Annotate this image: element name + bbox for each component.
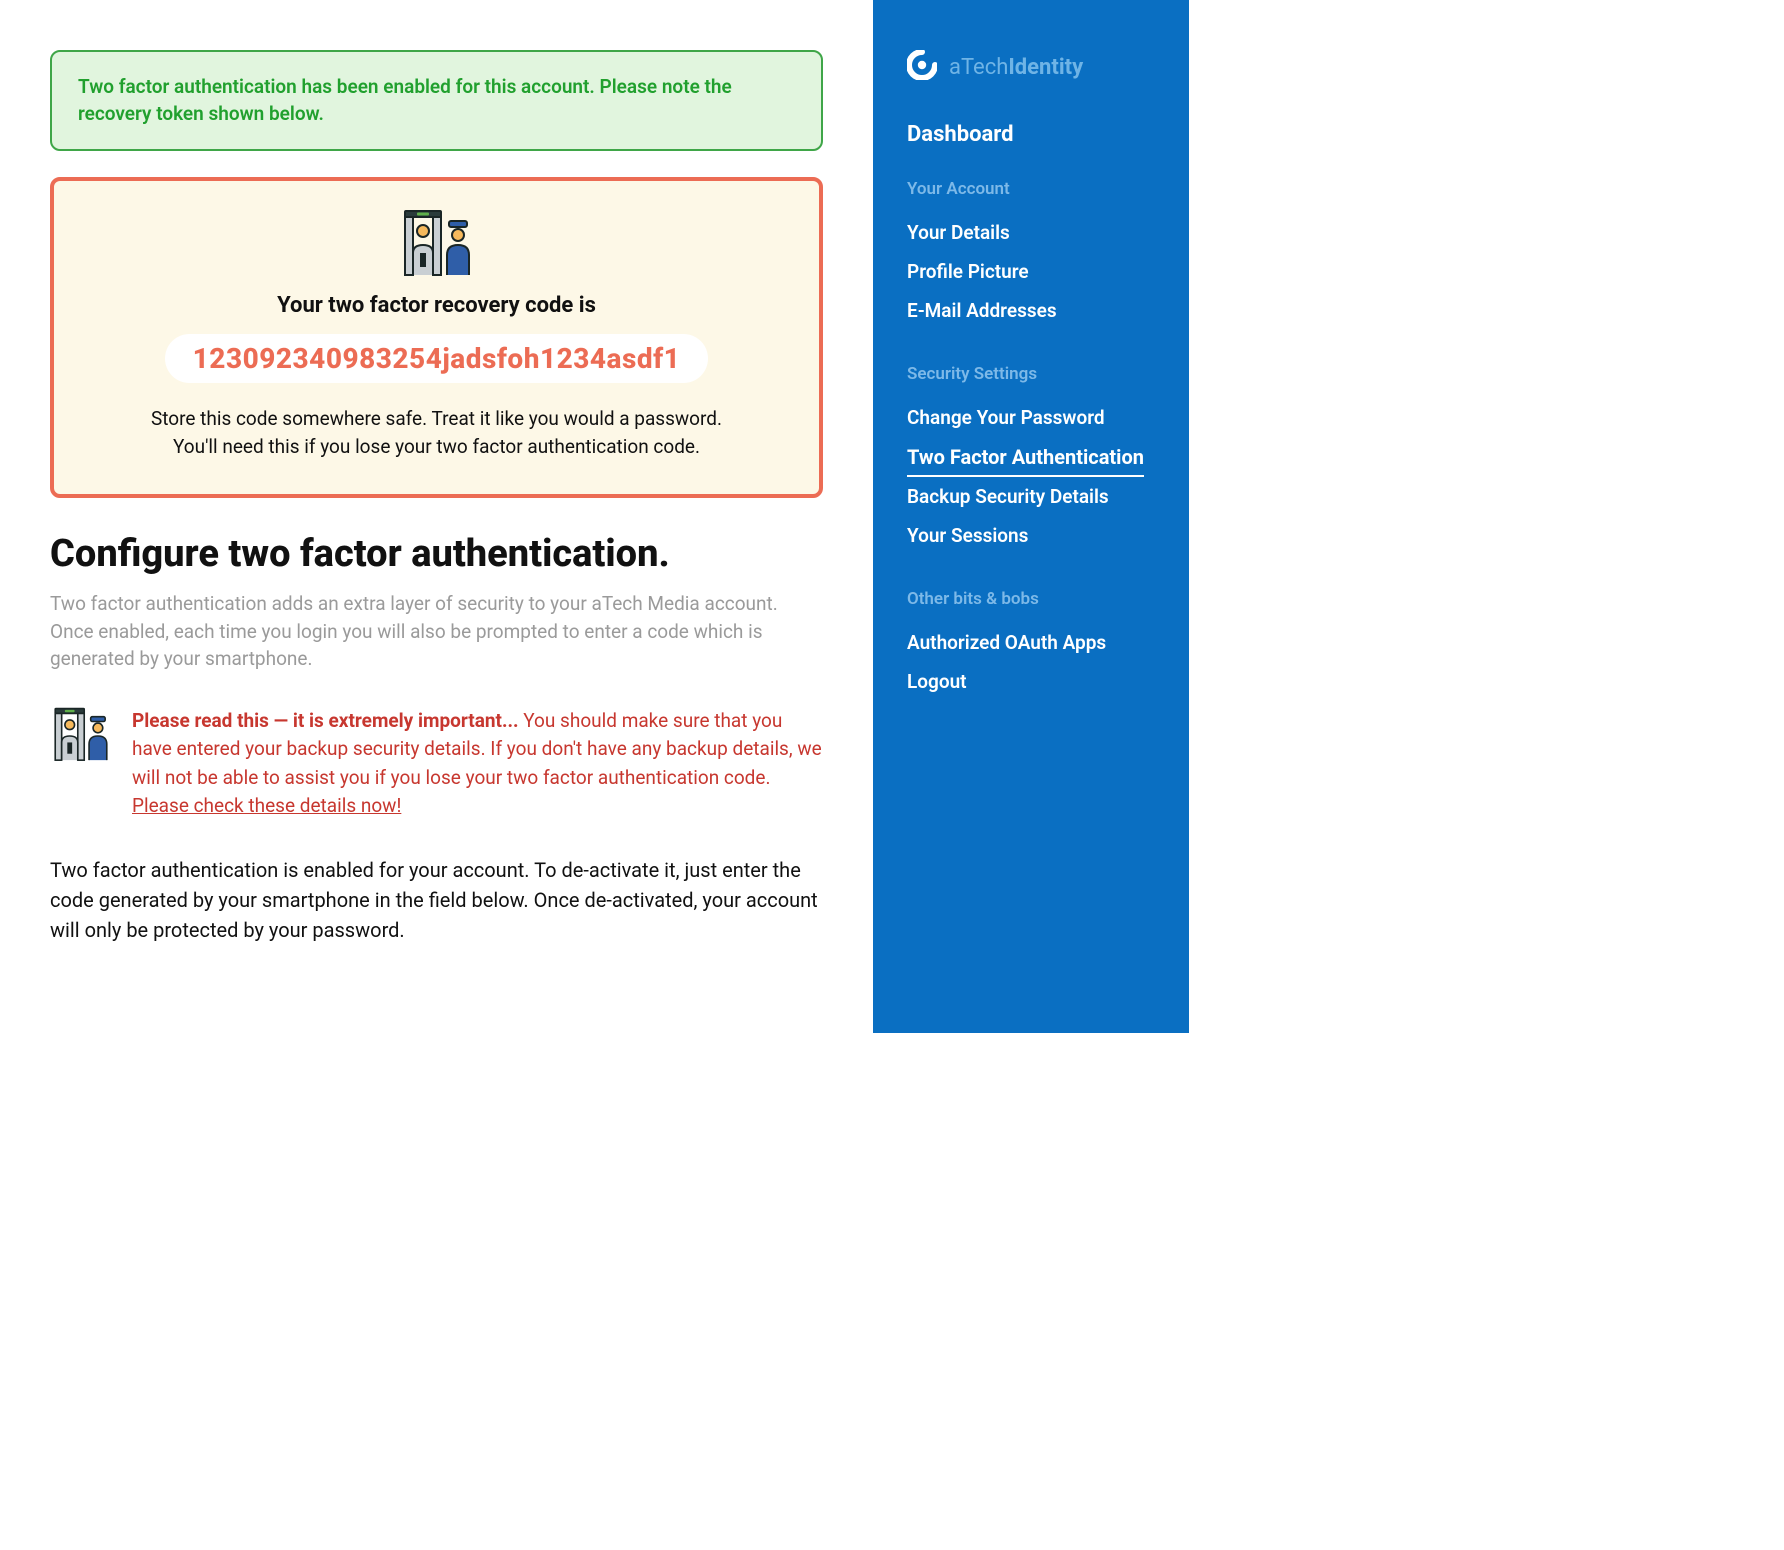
sidebar-item-email-addresses[interactable]: E-Mail Addresses: [907, 291, 1155, 330]
sidebar-item-oauth-apps[interactable]: Authorized OAuth Apps: [907, 623, 1155, 662]
page-subtitle: Two factor authentication adds an extra …: [50, 590, 823, 673]
security-gate-icon: [84, 209, 789, 281]
recovery-code-value: 123092340983254jadsfoh1234asdf1: [165, 334, 709, 383]
page-title: Configure two factor authentication.: [50, 532, 823, 576]
sidebar-section-account: Your Account Your Details Profile Pictur…: [907, 179, 1155, 330]
brand-prefix: aTech: [949, 55, 1008, 80]
recovery-title: Your two factor recovery code is: [84, 293, 789, 318]
important-warning: Please read this — it is extremely impor…: [50, 707, 823, 821]
sidebar-item-change-password[interactable]: Change Your Password: [907, 398, 1155, 437]
sidebar-item-your-details[interactable]: Your Details: [907, 213, 1155, 252]
warning-text: Please read this — it is extremely impor…: [132, 707, 823, 821]
brand-logo-icon: [907, 50, 937, 84]
sidebar-item-logout[interactable]: Logout: [907, 662, 1155, 701]
deactivate-instructions: Two factor authentication is enabled for…: [50, 855, 823, 945]
sidebar-section-label: Other bits & bobs: [907, 589, 1155, 609]
success-alert: Two factor authentication has been enabl…: [50, 50, 823, 151]
sidebar-section-other: Other bits & bobs Authorized OAuth Apps …: [907, 589, 1155, 701]
sidebar-item-two-factor-auth[interactable]: Two Factor Authentication: [907, 437, 1144, 477]
security-gate-icon-small: [50, 707, 112, 821]
sidebar-dashboard-link[interactable]: Dashboard: [907, 122, 1155, 147]
recovery-code-panel: Your two factor recovery code is 1230923…: [50, 177, 823, 498]
main-content: Two factor authentication has been enabl…: [0, 0, 873, 1033]
sidebar: aTechIdentity Dashboard Your Account You…: [873, 0, 1189, 1033]
brand: aTechIdentity: [907, 50, 1155, 84]
sidebar-item-backup-security[interactable]: Backup Security Details: [907, 477, 1155, 516]
brand-text: aTechIdentity: [949, 55, 1083, 80]
success-alert-text: Two factor authentication has been enabl…: [78, 74, 795, 127]
sidebar-item-profile-picture[interactable]: Profile Picture: [907, 252, 1155, 291]
brand-suffix: Identity: [1008, 55, 1083, 80]
check-details-link[interactable]: Please check these details now!: [132, 794, 401, 817]
sidebar-section-security: Security Settings Change Your Password T…: [907, 364, 1155, 555]
sidebar-item-your-sessions[interactable]: Your Sessions: [907, 516, 1155, 555]
recovery-note: Store this code somewhere safe. Treat it…: [127, 405, 747, 460]
sidebar-section-label: Security Settings: [907, 364, 1155, 384]
sidebar-section-label: Your Account: [907, 179, 1155, 199]
warning-lead: Please read this — it is extremely impor…: [132, 709, 519, 732]
